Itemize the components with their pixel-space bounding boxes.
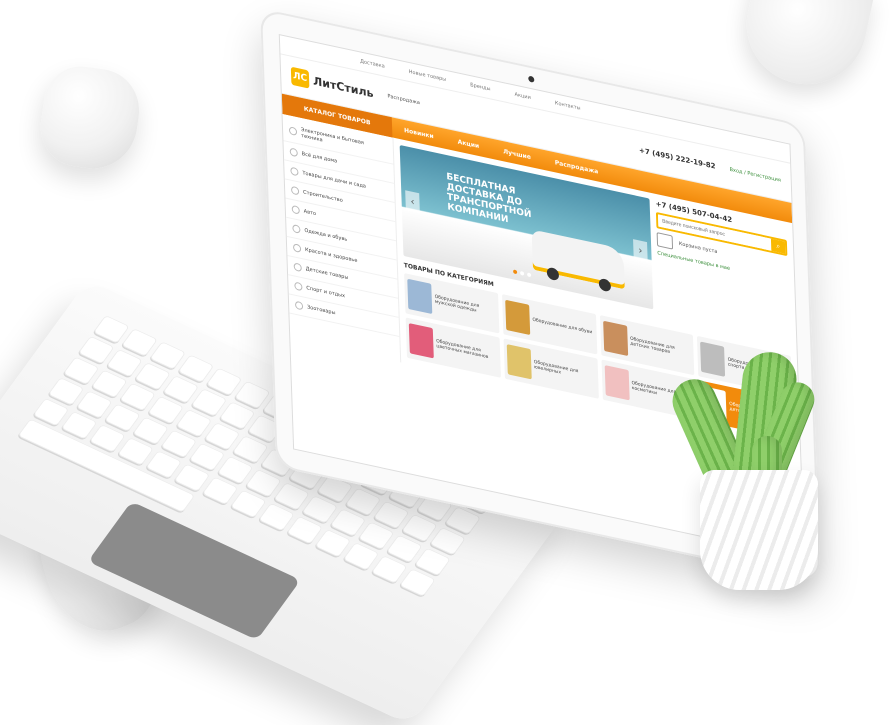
logo-name: ЛитСтиль [312, 73, 374, 100]
category-thumbnail [408, 323, 434, 359]
site-logo[interactable]: ЛС ЛитСтиль [290, 66, 374, 103]
category-icon [289, 147, 298, 158]
category-tile-label: Оборудование для обуви [532, 317, 593, 336]
header-right-column: +7 (495) 507-04-42 ⌕ Корзина пуста Специ… [655, 200, 790, 339]
sale-link[interactable]: Распродажа [387, 93, 420, 106]
top-nav-link[interactable]: Акции [514, 92, 531, 102]
sidebar-category-label: Спорт и отдых [306, 285, 346, 300]
top-nav-link[interactable]: Новые товары [409, 69, 447, 83]
sidebar-category-label: Детские товары [305, 265, 349, 282]
category-tile-label: Оборудование для ювелирных [533, 359, 579, 376]
category-icon [293, 262, 302, 273]
search-icon[interactable]: ⌕ [770, 238, 786, 254]
top-nav-link[interactable]: Доставка [360, 58, 385, 69]
cart-icon [656, 232, 674, 250]
category-icon [292, 243, 302, 253]
banner-next-arrow-icon[interactable]: › [633, 239, 648, 263]
sidebar-category-label: Одежда и обувь [304, 227, 348, 243]
white-bowl-decor [735, 0, 875, 96]
white-pebble-decor [35, 61, 145, 175]
header-phone: +7 (495) 222-19-82 [638, 146, 716, 171]
category-icon [294, 300, 304, 311]
banner-prev-arrow-icon[interactable]: ‹ [405, 190, 420, 214]
category-thumbnail [604, 364, 630, 401]
top-nav-link[interactable]: Бренды [470, 82, 491, 92]
category-thumbnail [602, 320, 628, 356]
login-link[interactable]: Вход / Регистрация [729, 167, 780, 184]
category-thumbnail [407, 278, 433, 315]
category-tile-label: Оборудование для цветочных магазинов [436, 338, 489, 361]
banner-text: БЕСПЛАТНАЯ ДОСТАВКА ДО ТРАНСПОРТНОЙ КОМП… [446, 172, 532, 226]
category-tile-label: Оборудование для детских товаров [629, 336, 675, 356]
sidebar-category-label: Зоотовары [306, 304, 336, 317]
banner-pagination[interactable] [513, 269, 532, 278]
category-icon [294, 281, 303, 292]
product-scene: Доставка Новые товары Бренды Акции Контакты … [0, 0, 896, 725]
category-icon [290, 185, 300, 196]
plant-pot [700, 470, 818, 590]
category-icon [290, 166, 299, 177]
webcam-icon [528, 75, 535, 83]
category-icon [288, 126, 298, 137]
top-nav-link[interactable]: Контакты [555, 100, 581, 112]
category-thumbnail [506, 344, 532, 380]
category-tile-label: Оборудование для мужской одежды [434, 294, 480, 314]
logo-mark: ЛС [290, 66, 310, 89]
category-thumbnail [504, 299, 530, 336]
cart-label: Корзина пуста [678, 240, 718, 256]
catalog-sidebar: Электроника и бытовая техника Всё для дом… [282, 113, 402, 363]
sidebar-category-label: Всё для дома [301, 151, 338, 165]
sidebar-category-label: Строительство [302, 189, 343, 204]
delivery-van-image [531, 229, 625, 290]
category-icon [291, 204, 300, 215]
category-icon [292, 224, 301, 234]
category-thumbnail [700, 341, 726, 377]
sidebar-category-label: Авто [303, 208, 317, 218]
